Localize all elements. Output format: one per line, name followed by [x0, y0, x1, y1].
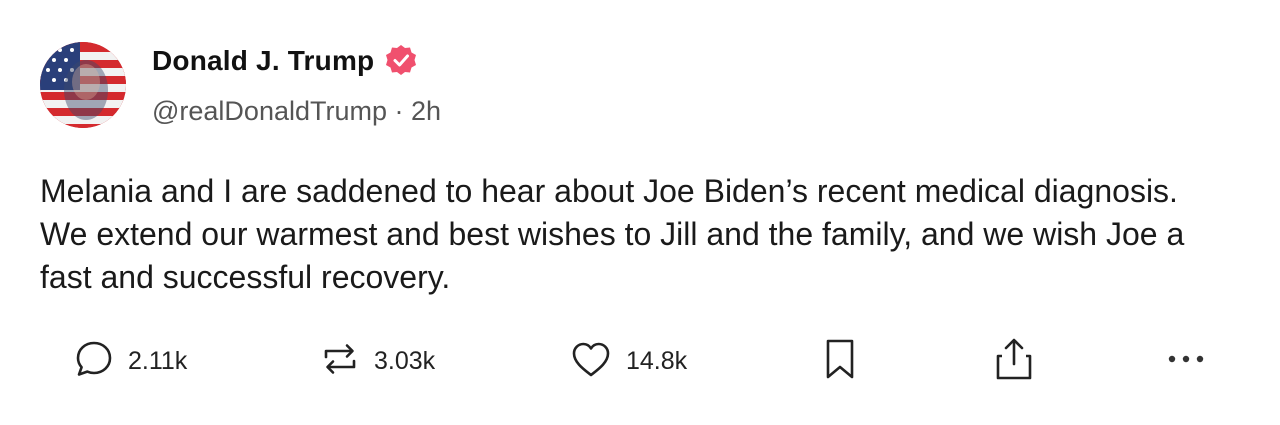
share-button[interactable]	[994, 336, 1034, 386]
post-card: Donald J. Trump @realDonaldTrump · 2h Me…	[0, 0, 1280, 425]
repost-button[interactable]: 3.03k	[320, 336, 435, 386]
reply-button[interactable]: 2.11k	[74, 336, 187, 386]
heart-icon	[570, 339, 612, 384]
author-handle[interactable]: @realDonaldTrump	[152, 96, 387, 126]
bookmark-button[interactable]	[822, 336, 858, 386]
post-actions-bar: 2.11k 3.03k 14.8k	[0, 336, 1280, 386]
speech-bubble-icon	[74, 339, 114, 384]
repost-count: 3.03k	[374, 346, 436, 375]
author-name-row: Donald J. Trump	[152, 44, 418, 78]
repost-arrows-icon	[320, 339, 360, 384]
post-body-text: Melania and I are saddened to hear about…	[40, 173, 1185, 295]
avatar[interactable]	[40, 42, 126, 128]
more-options-button[interactable]	[1166, 336, 1206, 386]
bookmark-icon	[822, 337, 858, 386]
verified-badge-icon	[384, 44, 418, 78]
meta-separator: ·	[394, 96, 404, 126]
more-dots-icon	[1166, 352, 1206, 371]
like-count: 14.8k	[626, 346, 688, 375]
like-button[interactable]: 14.8k	[570, 336, 687, 386]
author-meta: @realDonaldTrump · 2h	[152, 96, 441, 127]
author-display-name[interactable]: Donald J. Trump	[152, 45, 374, 77]
post-timestamp[interactable]: 2h	[411, 96, 441, 126]
flag-portrait-image	[40, 42, 126, 128]
reply-count: 2.11k	[128, 346, 188, 375]
share-icon	[994, 336, 1034, 387]
